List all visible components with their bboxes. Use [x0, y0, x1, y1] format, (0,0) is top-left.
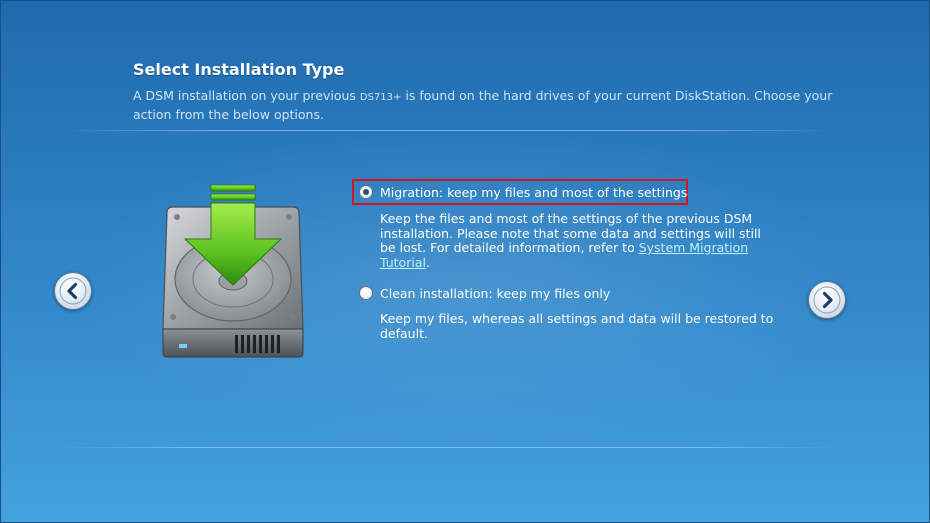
clean-installation-radio[interactable]: [359, 286, 373, 300]
hard-drive-download-icon: [162, 184, 304, 358]
previous-button[interactable]: [54, 272, 92, 310]
top-divider: [61, 130, 833, 131]
clean-installation-option-label: Clean installation: keep my files only: [380, 285, 611, 301]
migration-radio[interactable]: [359, 185, 373, 199]
chevron-left-icon: [59, 277, 87, 305]
clean-installation-description: Keep my files, whereas all settings and …: [380, 311, 774, 341]
page-description: A DSM installation on your previous DS71…: [133, 87, 853, 123]
model-name: DS713+: [359, 92, 402, 103]
migration-description: Keep the files and most of the settings …: [380, 211, 775, 270]
migration-option[interactable]: Migration: keep my files and most of the…: [352, 179, 688, 205]
migration-option-label: Migration: keep my files and most of the…: [380, 184, 688, 200]
page-title: Select Installation Type: [133, 60, 345, 79]
clean-installation-option[interactable]: Clean installation: keep my files only: [359, 284, 610, 302]
migration-description-end: .: [425, 254, 430, 270]
description-prefix: A DSM installation on your previous: [133, 88, 356, 103]
bottom-divider: [61, 447, 833, 448]
installation-wizard-window: Select Installation Type A DSM installat…: [0, 0, 930, 523]
next-button[interactable]: [808, 281, 846, 319]
chevron-right-icon: [813, 286, 841, 314]
